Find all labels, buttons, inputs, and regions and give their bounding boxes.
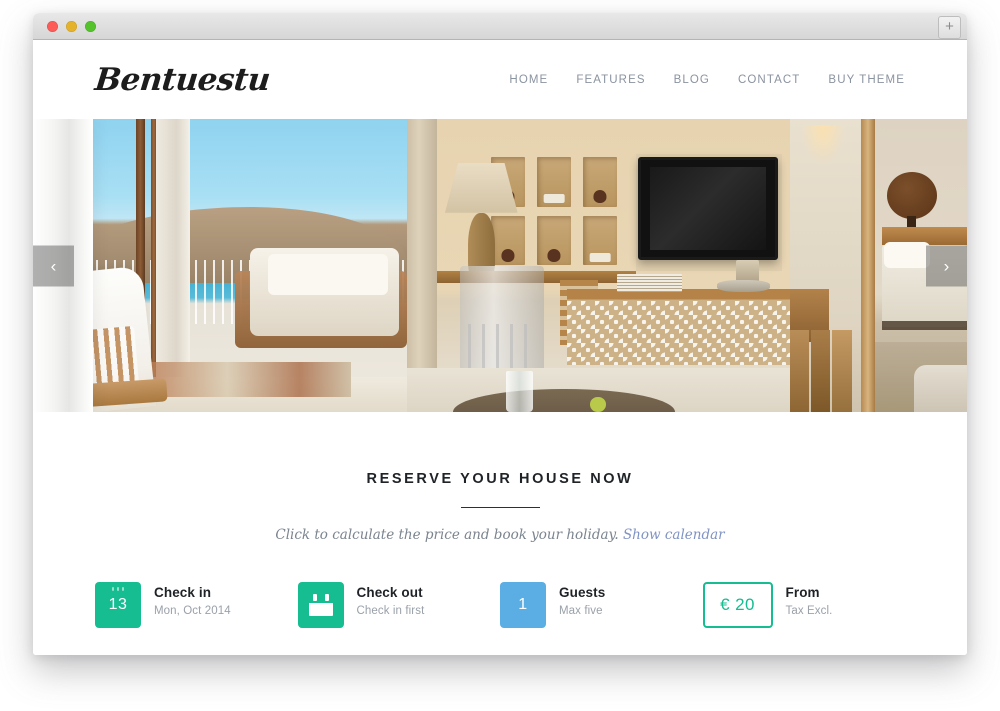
nav-item-home[interactable]: HOME <box>509 74 548 86</box>
niche-object-2 <box>543 193 565 203</box>
decor-tray <box>716 280 771 292</box>
checkout-subtitle: Check in first <box>356 604 425 617</box>
checkin-subtitle: Mon, Oct 2014 <box>154 604 231 617</box>
guests-count-value: 1 <box>518 596 528 614</box>
calendar-peg-right <box>324 594 329 602</box>
calendar-date-icon[interactable]: 13 <box>95 582 141 629</box>
booking-widgets-row: 13 Check in Mon, Oct 2014 Check out Chec… <box>33 582 967 629</box>
wood-block-3 <box>832 329 852 412</box>
calendar-peg-left <box>312 594 317 602</box>
calendar-glyph <box>308 594 333 617</box>
niche-object-3 <box>593 189 607 203</box>
booking-item-checkout[interactable]: Check out Check in first <box>297 582 501 629</box>
browser-window: + Bentuestu HOME FEATURES BLOG CONTACT B… <box>33 13 967 655</box>
checkin-text-block: Check in Mon, Oct 2014 <box>154 582 231 617</box>
main-navigation: HOME FEATURES BLOG CONTACT BUY THEME <box>509 74 905 86</box>
armchair-corner <box>913 365 967 412</box>
new-tab-button[interactable]: + <box>938 16 961 39</box>
wall-niche-5 <box>536 215 572 266</box>
price-box-icon: € 20 <box>702 582 773 629</box>
nav-item-buy-theme[interactable]: BUY THEME <box>828 74 905 86</box>
reservation-subtitle-text: Click to calculate the price and book yo… <box>275 527 619 544</box>
browser-titlebar: + <box>33 13 967 40</box>
tv-screen <box>650 166 766 250</box>
price-text-block: From Tax Excl. <box>786 582 833 617</box>
reservation-title: RESERVE YOUR HOUSE NOW <box>366 471 634 488</box>
close-window-button[interactable] <box>47 21 58 32</box>
wall-niche-3 <box>582 157 618 207</box>
guests-subtitle: Max five <box>559 604 603 617</box>
checkout-text-block: Check out Check in first <box>357 582 425 617</box>
decor-wooden-disc <box>887 171 937 219</box>
wood-block-1 <box>789 329 810 412</box>
booking-item-price[interactable]: € 20 From Tax Excl. <box>702 582 906 629</box>
calendar-blank-icon[interactable] <box>297 582 344 629</box>
wood-block-2 <box>810 329 831 412</box>
wall-niche-2 <box>536 157 572 207</box>
wall-niche-6 <box>582 215 618 266</box>
checkin-day-number: 13 <box>108 596 128 614</box>
lime-fruit <box>590 397 606 412</box>
bed-base-shadow <box>881 321 967 330</box>
wooden-pillar <box>860 119 875 412</box>
hero-slider: ‹ › <box>33 119 967 412</box>
stacked-books <box>617 274 683 292</box>
nav-item-blog[interactable]: BLOG <box>674 74 710 86</box>
niche-object-5 <box>547 248 561 262</box>
hero-balcony-area <box>33 119 407 412</box>
niche-object-6 <box>589 252 611 262</box>
wall-mounted-tv <box>638 157 779 260</box>
booking-item-guests[interactable]: 1 Guests Max five <box>500 582 703 629</box>
hero-image-hotel-room <box>33 119 967 412</box>
desktop-backdrop: + Bentuestu HOME FEATURES BLOG CONTACT B… <box>0 0 1000 711</box>
balcony-sofa-cushion <box>268 253 388 295</box>
site-logo[interactable]: Bentuestu <box>93 62 272 98</box>
floor-rug <box>145 362 351 398</box>
checkout-title: Check out <box>356 585 423 601</box>
minimize-window-button[interactable] <box>66 21 77 32</box>
slider-next-icon[interactable]: › <box>926 245 967 286</box>
guests-title: Guests <box>559 585 606 601</box>
price-subtitle: Tax Excl. <box>785 604 833 617</box>
checkin-title: Check in <box>154 585 212 601</box>
guests-count-icon[interactable]: 1 <box>500 582 546 629</box>
credenza-pattern <box>567 300 790 366</box>
booking-item-checkin[interactable]: 13 Check in Mon, Oct 2014 <box>95 582 298 629</box>
reservation-subtitle: Click to calculate the price and book yo… <box>33 527 967 543</box>
site-header: Bentuestu HOME FEATURES BLOG CONTACT BUY… <box>33 40 967 119</box>
hero-room-area <box>406 119 790 412</box>
wall-niche-4 <box>490 215 526 266</box>
guests-text-block: Guests Max five <box>559 582 605 617</box>
wall-light-glow <box>800 124 847 166</box>
slider-prev-icon[interactable]: ‹ <box>33 245 74 286</box>
window-controls <box>47 21 96 32</box>
bed-pillow <box>883 242 930 269</box>
reservation-section: RESERVE YOUR HOUSE NOW Click to calculat… <box>33 412 967 655</box>
calendar-rings <box>95 587 141 592</box>
price-title: From <box>785 585 820 601</box>
niche-object-4 <box>501 248 515 262</box>
nav-item-contact[interactable]: CONTACT <box>738 74 800 86</box>
show-calendar-link[interactable]: Show calendar <box>623 527 725 543</box>
page-viewport: Bentuestu HOME FEATURES BLOG CONTACT BUY… <box>33 40 967 655</box>
nav-item-features[interactable]: FEATURES <box>576 74 645 86</box>
zoom-window-button[interactable] <box>85 21 96 32</box>
drinking-glass <box>506 370 533 412</box>
title-divider <box>460 507 540 509</box>
